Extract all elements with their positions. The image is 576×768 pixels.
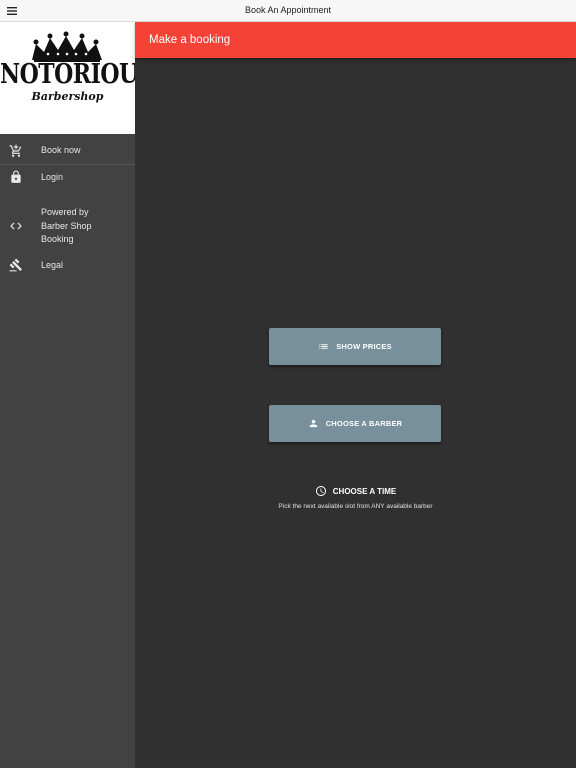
app-header: Make a booking xyxy=(135,22,576,58)
sidebar-item-label: Powered by Barber Shop Booking xyxy=(41,207,92,244)
sidebar-item-label: Book now xyxy=(41,145,81,155)
page-title: Make a booking xyxy=(149,34,231,46)
sidebar-item-powered-by[interactable]: Powered by Barber Shop Booking xyxy=(0,204,135,248)
cart-add-icon xyxy=(9,144,22,157)
choose-barber-label: CHOOSE A BARBER xyxy=(325,419,403,428)
sidebar: NOTORIOUS Barbershop Book now Login Powe… xyxy=(0,22,154,768)
sidebar-item-book-now[interactable]: Book now xyxy=(0,138,135,164)
sidebar-item-label: Legal xyxy=(41,260,64,270)
sidebar-item-label: Login xyxy=(41,172,64,182)
choose-time-subtitle: Pick the next available slot from ANY av… xyxy=(278,503,433,510)
brand-subtitle: Barbershop xyxy=(31,90,104,103)
list-icon xyxy=(319,344,328,349)
window-title: Book An Appointment xyxy=(244,5,332,15)
brand-logo: NOTORIOUS Barbershop xyxy=(0,22,154,134)
choose-time-button[interactable]: CHOOSE A TIME xyxy=(135,485,576,497)
choose-time-label: CHOOSE A TIME xyxy=(332,486,397,496)
clock-icon xyxy=(315,486,326,496)
top-bar: Book An Appointment xyxy=(0,0,576,22)
show-prices-button[interactable]: SHOW PRICES xyxy=(269,328,441,365)
show-prices-label: SHOW PRICES xyxy=(336,342,392,351)
choose-barber-button[interactable]: CHOOSE A BARBER xyxy=(269,405,441,442)
sidebar-item-login[interactable]: Login xyxy=(0,165,135,191)
brand-name: NOTORIOUS xyxy=(0,57,154,91)
code-icon xyxy=(10,222,22,230)
main-content: Make a booking SHOW PRICES CHOOSE A BARB… xyxy=(135,22,576,768)
sidebar-item-legal[interactable]: Legal xyxy=(0,257,135,281)
gavel-icon xyxy=(9,258,22,272)
lock-icon xyxy=(11,170,21,183)
person-icon xyxy=(309,419,317,428)
